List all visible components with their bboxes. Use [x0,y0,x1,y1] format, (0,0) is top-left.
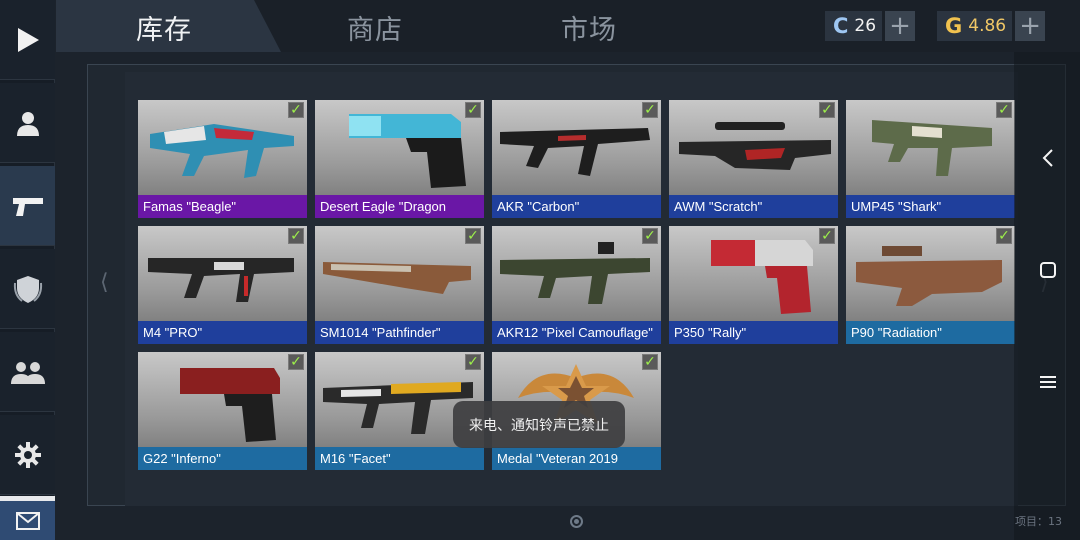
equipped-check-icon: ✓ [288,102,304,118]
equipped-check-icon: ✓ [819,228,835,244]
menu-icon [1040,376,1056,388]
item-name: AKR "Carbon" [492,195,661,218]
home-icon [1040,262,1056,278]
item-card[interactable]: ✓ AKR12 "Pixel Camouflage" [492,226,661,344]
item-name: P90 "Radiation" [846,321,1015,344]
equipped-check-icon: ✓ [288,228,304,244]
gear-icon [14,441,41,468]
equipped-check-icon: ✓ [465,354,481,370]
equipped-check-icon: ✓ [642,354,658,370]
shotgun-icon [323,262,471,294]
friends-icon [10,361,45,384]
rifle-icon [500,242,650,304]
rifle-icon [500,128,650,176]
item-name: AWM "Scratch" [669,195,838,218]
item-card[interactable]: ✓ G22 "Inferno" [138,352,307,470]
smg-icon [856,246,1002,306]
rifle-icon [148,258,294,302]
item-name: M4 "PRO" [138,321,307,344]
sniper-icon [679,122,831,170]
item-card[interactable]: ✓ AKR "Carbon" [492,100,661,218]
item-name: Desert Eagle "Dragon [315,195,484,218]
pistol-icon [711,240,813,314]
item-name: Famas "Beagle" [138,195,307,218]
item-card[interactable]: ✓ AWM "Scratch" [669,100,838,218]
pistol-icon [180,368,280,442]
clan-button[interactable] [0,249,55,329]
equipped-check-icon: ✓ [819,102,835,118]
tab-market[interactable]: 市场 [561,8,617,47]
pistol-icon [349,114,466,188]
credits-icon: C [833,14,849,38]
equipped-check-icon: ✓ [288,354,304,370]
equipped-check-icon: ✓ [465,102,481,118]
equipped-check-icon: ✓ [996,228,1012,244]
item-name: UMP45 "Shark" [846,195,1015,218]
equipped-check-icon: ✓ [465,228,481,244]
item-card[interactable]: ✓ P90 "Radiation" [846,226,1015,344]
play-button[interactable] [0,0,55,80]
play-icon [17,27,39,52]
item-name: Medal "Veteran 2019 [492,447,661,470]
gold-display: G 4.86 + [937,11,1046,41]
equipped-check-icon: ✓ [642,228,658,244]
item-name: G22 "Inferno" [138,447,307,470]
inventory-button[interactable] [0,166,55,246]
page-prev-icon[interactable]: ⟨ [100,270,109,295]
item-card[interactable]: ✓ M4 "PRO" [138,226,307,344]
items-count: 项目：13 [1015,515,1062,528]
back-button[interactable] [1030,140,1066,176]
system-navigation-bar [1014,52,1080,540]
profile-button[interactable] [0,83,55,163]
item-name: P350 "Rally" [669,321,838,344]
item-card[interactable]: ✓ P350 "Rally" [669,226,838,344]
credits-value: 26 [854,16,877,36]
item-card[interactable]: ✓ Famas "Beagle" [138,100,307,218]
item-card[interactable]: ✓ SM1014 "Pathfinder" [315,226,484,344]
item-name: M16 "Facet" [315,447,484,470]
sidebar [0,0,55,540]
rifle-icon [150,124,294,178]
friends-button[interactable] [0,332,55,412]
gold-value: 4.86 [968,16,1007,36]
page-indicator-icon [570,515,583,528]
equipped-check-icon: ✓ [642,102,658,118]
menu-button[interactable] [1030,364,1066,400]
notification-toast: 来电、通知铃声已禁止 [453,401,625,448]
equipped-check-icon: ✓ [996,102,1012,118]
tab-shop[interactable]: 商店 [347,8,403,47]
pistol-icon [12,197,43,216]
add-gold-button[interactable]: + [1015,11,1046,41]
credits-display: C 26 + [825,11,916,41]
item-name: SM1014 "Pathfinder" [315,321,484,344]
tab-inventory[interactable]: 库存 [136,8,192,47]
mail-icon [15,511,40,530]
item-card[interactable]: ✓ Desert Eagle "Dragon [315,100,484,218]
shield-icon [13,275,42,303]
settings-button[interactable] [0,415,55,495]
gold-icon: G [945,14,963,38]
add-credits-button[interactable]: + [885,11,916,41]
profile-icon [16,111,39,136]
smg-icon [872,120,992,176]
mail-button[interactable] [0,496,55,540]
home-button[interactable] [1030,252,1066,288]
item-name: AKR12 "Pixel Camouflage" [492,321,661,344]
back-icon [1042,149,1053,167]
item-card[interactable]: ✓ UMP45 "Shark" [846,100,1015,218]
